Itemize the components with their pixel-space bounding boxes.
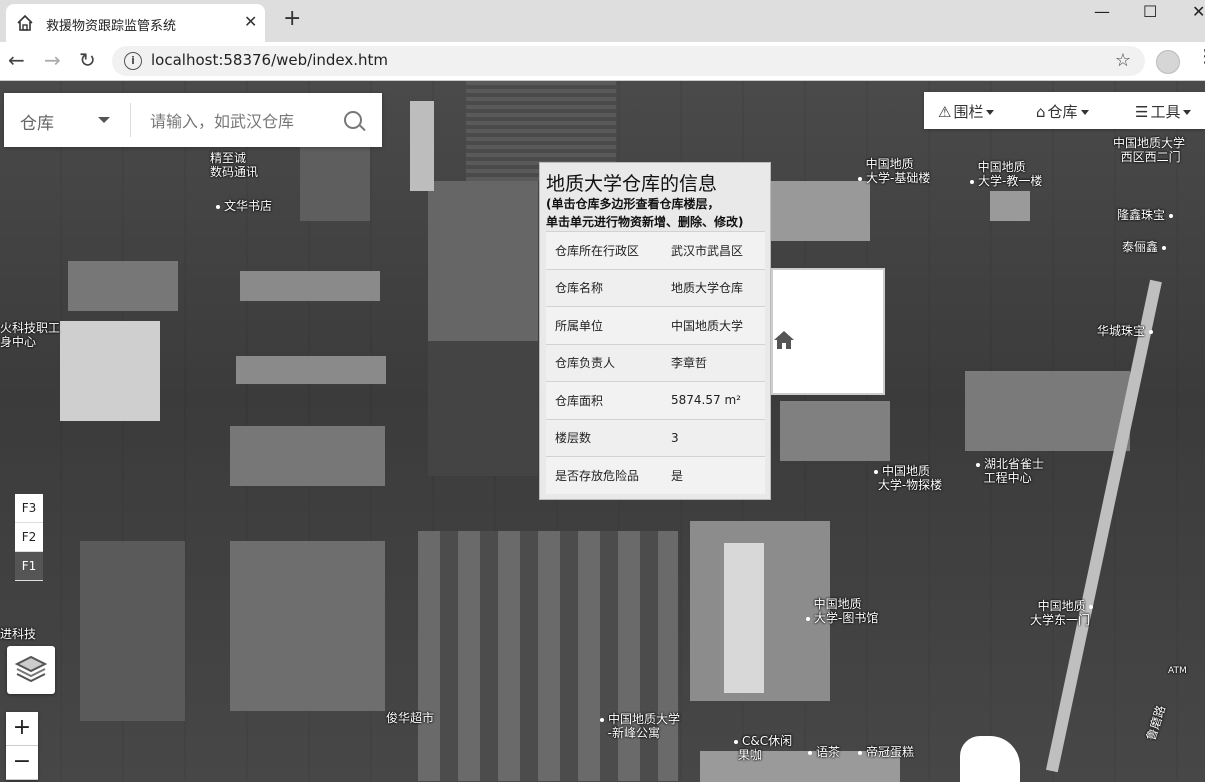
- map-label[interactable]: 语茶: [808, 745, 840, 759]
- zoom-in-button[interactable]: +: [6, 712, 38, 746]
- popup-hint: (单击仓库多边形查看仓库楼层， 单击单元进行物资新增、删除、修改): [546, 197, 744, 229]
- map-plaza: [428, 181, 538, 341]
- popup-title: 地质大学仓库的信息: [546, 173, 718, 195]
- search-input[interactable]: [148, 107, 332, 135]
- map-building: [410, 101, 434, 191]
- reload-icon[interactable]: ↻: [79, 48, 96, 72]
- chevron-down-icon: [1080, 110, 1089, 115]
- map-building: [230, 541, 385, 711]
- map-building: [240, 271, 380, 301]
- map-label[interactable]: 鲁磨路: [1144, 704, 1168, 743]
- table-row[interactable]: 仓库负责人 李章哲: [546, 343, 765, 382]
- floor-switcher: F3 F2 F1: [15, 494, 43, 581]
- fence-dropdown[interactable]: ⚠ 围栏: [938, 101, 995, 122]
- layers-button[interactable]: [7, 646, 55, 694]
- map-label[interactable]: 中国地质 大学-图书馆: [806, 597, 878, 625]
- map-label[interactable]: 湖北省雀士 工程中心: [976, 457, 1044, 485]
- back-arrow-icon[interactable]: ←: [8, 48, 25, 72]
- map-label[interactable]: C&C休闲 果咖: [734, 734, 792, 762]
- divider: [130, 103, 131, 137]
- map-label[interactable]: 中国地质 大学东一门: [1030, 599, 1097, 627]
- map-label[interactable]: 隆鑫珠宝: [1117, 208, 1177, 222]
- table-row[interactable]: 仓库所在行政区 武汉市武昌区: [546, 231, 765, 269]
- map-road: [1045, 279, 1162, 773]
- chevron-down-icon: [1183, 110, 1192, 115]
- browser-tab[interactable]: 救援物资跟踪监管系统 ✕: [6, 4, 265, 42]
- map-building: [990, 191, 1030, 221]
- map-label[interactable]: 中国地质大学 西区西二门: [1113, 136, 1185, 164]
- floor-button-f1[interactable]: F1: [15, 552, 43, 581]
- warehouse-dropdown[interactable]: ⌂ 仓库: [1036, 101, 1089, 122]
- new-tab-button[interactable]: +: [283, 6, 301, 31]
- map-label[interactable]: 文华书店: [216, 199, 272, 213]
- map-building: [960, 736, 1020, 782]
- map-building: [780, 401, 890, 461]
- browser-toolbar: ← → ↻ i localhost:58376/web/index.htm ☆: [0, 42, 1205, 81]
- map-label[interactable]: 进科技: [0, 627, 36, 641]
- tab-title: 救援物资跟踪监管系统: [46, 19, 177, 34]
- map-label[interactable]: ATM: [1168, 664, 1187, 678]
- map-label[interactable]: 帝冠蛋糕: [858, 745, 914, 759]
- map-label[interactable]: 俊华超市: [386, 711, 434, 725]
- map-label[interactable]: 中国地质 大学-物探楼: [874, 464, 942, 492]
- maximize-button[interactable]: ☐: [1143, 2, 1157, 21]
- map-label[interactable]: 火科技职工 身中心: [0, 321, 60, 349]
- map-building: [68, 261, 178, 311]
- map-toolbar: ⚠ 围栏 ⌂ 仓库 ☰ 工具: [924, 92, 1205, 129]
- table-row[interactable]: 仓库名称 地质大学仓库: [546, 268, 765, 307]
- close-tab-icon[interactable]: ✕: [244, 12, 257, 31]
- satellite-map[interactable]: 精至诚 数码通讯 文华书店 中国地质 大学-基础楼 中国地质 大学-教一楼 中国地质大…: [0, 81, 1205, 782]
- tab-bar: 救援物资跟踪监管系统 ✕ + — ☐ ✕: [0, 0, 1205, 42]
- minimize-button[interactable]: —: [1094, 2, 1110, 21]
- warehouse-info-popup: 地质大学仓库的信息 (单击仓库多边形查看仓库楼层， 单击单元进行物资新增、删除、修…: [539, 162, 771, 500]
- map-building: [300, 141, 370, 221]
- layers-icon: [14, 655, 48, 683]
- search-category-select[interactable]: 仓库: [20, 109, 54, 134]
- map-building: [724, 543, 764, 693]
- map-grid: [418, 531, 678, 781]
- forward-arrow-icon[interactable]: →: [44, 48, 61, 72]
- search-box: 仓库: [4, 93, 382, 147]
- window-close-button[interactable]: ✕: [1192, 2, 1205, 21]
- list-icon: ☰: [1135, 103, 1149, 121]
- tools-dropdown[interactable]: ☰ 工具: [1135, 101, 1192, 122]
- profile-avatar[interactable]: [1156, 50, 1180, 74]
- chevron-down-icon[interactable]: [98, 117, 110, 123]
- map-label[interactable]: 泰俪鑫: [1122, 240, 1170, 254]
- address-bar[interactable]: i localhost:58376/web/index.htm ☆: [112, 46, 1145, 76]
- floor-button-f2[interactable]: F2: [15, 523, 43, 552]
- map-label[interactable]: 华城珠宝: [1097, 324, 1157, 338]
- zoom-out-button[interactable]: −: [6, 746, 38, 780]
- chevron-down-icon: [986, 110, 995, 115]
- map-label[interactable]: 中国地质大学 -新峰公寓: [600, 712, 680, 740]
- warehouse-marker-icon[interactable]: [773, 329, 795, 351]
- map-label[interactable]: 中国地质 大学-基础楼: [858, 157, 930, 185]
- map-building: [60, 321, 160, 421]
- zoom-control: + −: [6, 712, 38, 780]
- map-label[interactable]: 中国地质 大学-教一楼: [970, 160, 1042, 188]
- search-icon[interactable]: [344, 111, 362, 129]
- table-row[interactable]: 所属单位 中国地质大学: [546, 306, 765, 344]
- info-table: 仓库所在行政区 武汉市武昌区 仓库名称 地质大学仓库 所属单位 中国地质大学 仓库负责…: [546, 231, 765, 494]
- url-text[interactable]: localhost:58376/web/index.htm: [151, 51, 388, 69]
- info-icon[interactable]: i: [124, 52, 142, 70]
- table-row[interactable]: 仓库面积 5874.57 m²: [546, 381, 765, 419]
- map-building: [236, 356, 386, 384]
- table-row[interactable]: 是否存放危险品是: [546, 456, 765, 494]
- map-building: [770, 181, 870, 241]
- map-building: [965, 371, 1130, 451]
- home-icon: ⌂: [1036, 103, 1046, 121]
- warning-icon: ⚠: [938, 103, 952, 121]
- browser-chrome: 救援物资跟踪监管系统 ✕ + — ☐ ✕ ← → ↻ i localhost:5…: [0, 0, 1205, 81]
- map-building: [80, 541, 185, 721]
- bookmark-star-icon[interactable]: ☆: [1115, 50, 1131, 71]
- map-label[interactable]: 精至诚 数码通讯: [210, 151, 258, 179]
- house-icon: [17, 14, 33, 31]
- map-plaza: [428, 341, 538, 476]
- floor-button-f3[interactable]: F3: [15, 494, 43, 523]
- table-row[interactable]: 楼层数 3: [546, 418, 765, 457]
- menu-kebab-icon[interactable]: ⋮: [1196, 46, 1205, 67]
- map-building: [230, 426, 385, 486]
